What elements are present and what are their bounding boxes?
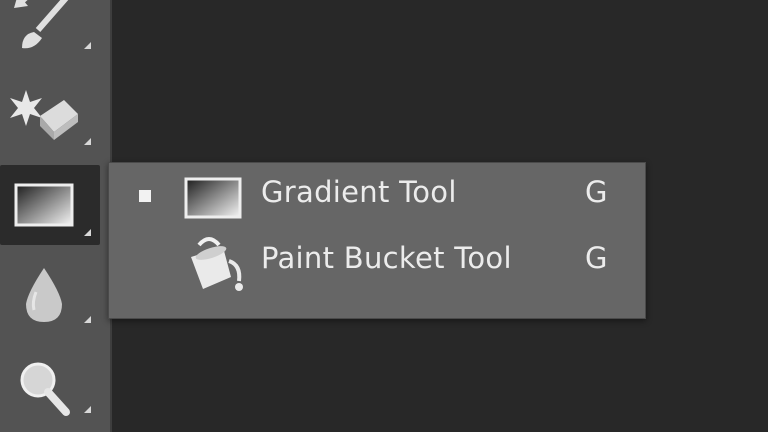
flyout-indicator xyxy=(84,138,91,145)
menu-item-paint-bucket-tool[interactable]: Paint Bucket Tool G xyxy=(109,229,645,293)
menu-item-label: Paint Bucket Tool xyxy=(261,241,512,275)
menu-item-gradient-tool[interactable]: Gradient Tool G xyxy=(109,163,645,227)
menu-item-label: Gradient Tool xyxy=(261,175,457,209)
gradient-tool[interactable] xyxy=(0,165,100,245)
dodge-icon xyxy=(20,362,70,416)
menu-item-shortcut: G xyxy=(585,175,608,209)
blur-tool[interactable] xyxy=(0,262,100,332)
menu-item-shortcut: G xyxy=(585,241,608,275)
flyout-indicator xyxy=(84,42,91,49)
flyout-indicator xyxy=(84,316,91,323)
history-brush-icon xyxy=(14,0,69,49)
eraser-tool[interactable] xyxy=(0,80,100,150)
gradient-icon xyxy=(184,177,242,219)
flyout-indicator xyxy=(84,406,91,413)
tools-panel xyxy=(0,0,112,432)
history-brush-tool[interactable] xyxy=(0,0,100,50)
paint-bucket-icon xyxy=(191,237,243,291)
flyout-indicator xyxy=(84,229,91,236)
tool-flyout-menu: Gradient Tool G Paint Bucket Tool G xyxy=(108,162,646,319)
selected-bullet xyxy=(139,190,151,202)
dodge-tool[interactable] xyxy=(0,356,100,426)
